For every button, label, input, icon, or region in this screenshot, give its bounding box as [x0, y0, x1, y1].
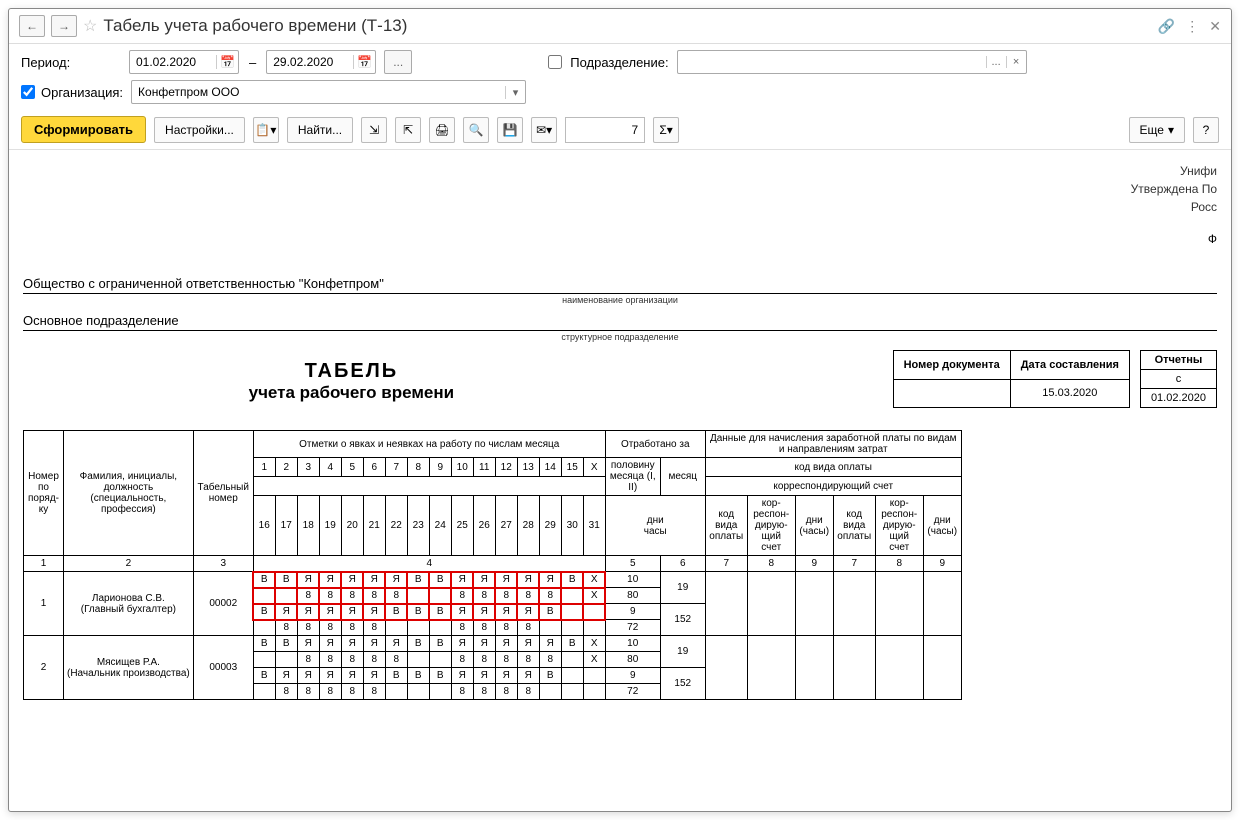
org-combo[interactable]: ▾	[131, 80, 526, 104]
expand-icon[interactable]: ⇲	[361, 117, 387, 143]
find-button[interactable]: Найти...	[287, 117, 353, 143]
settings-button[interactable]: Настройки...	[154, 117, 245, 143]
nav-back[interactable]: ←	[19, 15, 45, 37]
clear-icon[interactable]: ×	[1006, 56, 1026, 68]
help-button[interactable]: ?	[1193, 117, 1219, 143]
date-to[interactable]: 📅	[266, 50, 376, 74]
titlebar: ← → ☆ Табель учета рабочего времени (Т-1…	[9, 9, 1231, 44]
collapse-icon[interactable]: ⇱	[395, 117, 421, 143]
subdiv-check[interactable]	[548, 55, 562, 69]
page-input[interactable]	[565, 117, 645, 143]
org-label: Организация:	[41, 85, 123, 100]
header-line: Утверждена По	[23, 180, 1217, 198]
calendar-icon[interactable]: 📅	[353, 55, 375, 69]
subdiv-combo[interactable]: ... ×	[677, 50, 1027, 74]
link-icon[interactable]: 🔗	[1158, 18, 1175, 35]
ellipsis-icon[interactable]: ...	[986, 56, 1006, 68]
period-label: Период:	[21, 55, 121, 70]
preview-icon[interactable]: 🔍	[463, 117, 489, 143]
chevron-down-icon[interactable]: ▾	[505, 86, 525, 99]
header-line: Унифи	[23, 162, 1217, 180]
company-name: Общество с ограниченной ответственностью…	[23, 276, 1217, 294]
copy-icon[interactable]: 📋▾	[253, 117, 279, 143]
save-icon[interactable]: 💾	[497, 117, 523, 143]
doc-title: ТАБЕЛЬ	[23, 360, 680, 383]
nav-fwd[interactable]: →	[51, 15, 77, 37]
report-area: Унифи Утверждена По Росс Ф Общество с ог…	[9, 150, 1231, 811]
date-from[interactable]: 📅	[129, 50, 239, 74]
period-picker[interactable]: ...	[384, 50, 412, 74]
calendar-icon[interactable]: 📅	[216, 55, 238, 69]
menu-icon[interactable]: ⋮	[1185, 18, 1199, 35]
print-icon[interactable]: 🖨	[429, 117, 455, 143]
close-icon[interactable]: ✕	[1209, 18, 1221, 35]
favorite-icon[interactable]: ☆	[83, 16, 97, 36]
sum-icon[interactable]: Σ▾	[653, 117, 679, 143]
generate-button[interactable]: Сформировать	[21, 116, 146, 143]
org-check[interactable]	[21, 85, 35, 99]
dept-name: Основное подразделение	[23, 313, 1217, 331]
mail-icon[interactable]: ✉▾	[531, 117, 557, 143]
more-button[interactable]: Еще ▾	[1129, 117, 1185, 143]
window-title: Табель учета рабочего времени (Т-13)	[103, 16, 407, 36]
timesheet-table: Номер по поряд-куФамилия, инициалы, долж…	[23, 430, 962, 700]
header-line: Росс	[23, 198, 1217, 216]
subdiv-label: Подразделение:	[570, 55, 668, 70]
